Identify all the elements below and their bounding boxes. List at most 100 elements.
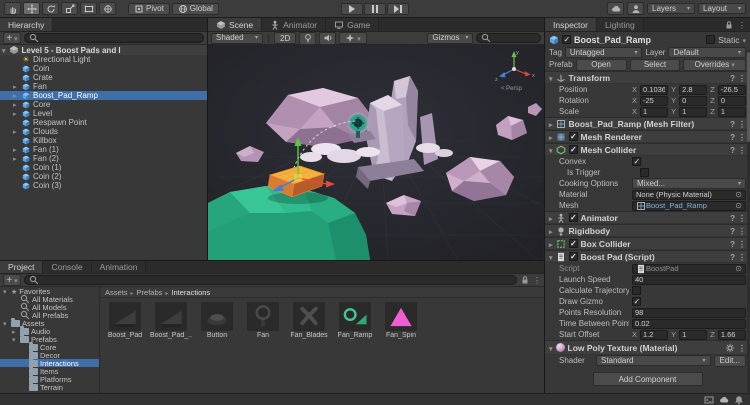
expand-caret[interactable] bbox=[3, 319, 9, 328]
time-between-points-input[interactable] bbox=[632, 319, 746, 329]
scale-tool-button[interactable] bbox=[61, 2, 78, 15]
asset-item[interactable]: Fan_Spin bbox=[380, 302, 422, 339]
component-mesh-collider-header[interactable]: Mesh Collider bbox=[545, 143, 750, 156]
help-icon[interactable] bbox=[730, 132, 735, 142]
convex-checkbox[interactable] bbox=[632, 157, 641, 166]
collab-button[interactable] bbox=[607, 2, 624, 15]
lock-icon[interactable] bbox=[520, 275, 530, 285]
gizmos-dropdown[interactable]: Gizmos bbox=[427, 33, 473, 44]
draw-gizmo-checkbox[interactable] bbox=[632, 297, 641, 306]
help-icon[interactable] bbox=[730, 252, 735, 262]
object-picker-icon[interactable] bbox=[735, 264, 742, 273]
enabled-checkbox[interactable] bbox=[562, 35, 571, 44]
help-icon[interactable] bbox=[730, 73, 735, 83]
move-tool-button[interactable] bbox=[23, 2, 40, 15]
shader-edit-button[interactable]: Edit... bbox=[714, 355, 746, 367]
layer-dropdown[interactable]: Default bbox=[668, 47, 746, 58]
hierarchy-item[interactable]: Respawn Point bbox=[0, 118, 207, 127]
rotation-x-input[interactable] bbox=[640, 96, 668, 106]
component-enabled-checkbox[interactable] bbox=[569, 239, 578, 248]
hierarchy-item[interactable]: Fan (1) bbox=[0, 145, 207, 154]
component-enabled-checkbox[interactable] bbox=[569, 132, 578, 141]
component-enabled-checkbox[interactable] bbox=[569, 213, 578, 222]
step-button[interactable] bbox=[387, 3, 409, 15]
help-icon[interactable] bbox=[730, 119, 735, 129]
scene-viewport[interactable]: x y z < Persp bbox=[208, 45, 544, 260]
breadcrumb-item[interactable]: Prefabs bbox=[137, 288, 163, 297]
start-offset-y-input[interactable] bbox=[679, 330, 707, 340]
expand-caret[interactable] bbox=[13, 154, 19, 163]
asset-item[interactable]: Button bbox=[196, 302, 238, 339]
play-button[interactable] bbox=[341, 3, 363, 15]
menu-icon[interactable] bbox=[738, 213, 746, 223]
scale-x-input[interactable] bbox=[640, 107, 668, 117]
hierarchy-item[interactable]: Boost_Pad_Ramp bbox=[0, 91, 207, 100]
hierarchy-item[interactable]: Clouds bbox=[0, 127, 207, 136]
persp-label[interactable]: < Persp bbox=[501, 86, 523, 92]
expand-caret[interactable] bbox=[549, 213, 553, 223]
material-header[interactable]: Low Poly Texture (Material) bbox=[545, 340, 750, 355]
asset-item[interactable]: Fan_Blades bbox=[288, 302, 330, 339]
calculate-trajectory-checkbox[interactable] bbox=[632, 286, 641, 295]
asset-item[interactable]: Fan bbox=[242, 302, 284, 339]
tab-project[interactable]: Project bbox=[0, 261, 43, 273]
is-trigger-checkbox[interactable] bbox=[640, 168, 649, 177]
cloud-status-icon[interactable] bbox=[719, 395, 729, 405]
hierarchy-item[interactable]: Crate bbox=[0, 73, 207, 82]
rect-tool-button[interactable] bbox=[80, 2, 97, 15]
layers-dropdown[interactable]: Layers bbox=[647, 3, 695, 14]
component-mesh-filter-header[interactable]: Boost_Pad_Ramp (Mesh Filter) bbox=[545, 117, 750, 130]
tab-animator[interactable]: Animator bbox=[262, 18, 326, 31]
lock-icon[interactable] bbox=[724, 20, 734, 30]
2d-toggle-button[interactable]: 2D bbox=[274, 32, 296, 44]
hierarchy-item[interactable]: Core bbox=[0, 100, 207, 109]
expand-caret[interactable] bbox=[549, 252, 553, 262]
expand-caret[interactable] bbox=[549, 226, 553, 236]
tab-animation[interactable]: Animation bbox=[92, 261, 147, 273]
hierarchy-item[interactable]: Coin (2) bbox=[0, 172, 207, 181]
project-search-input[interactable] bbox=[24, 275, 517, 285]
expand-caret[interactable] bbox=[549, 239, 553, 249]
tab-scene[interactable]: Scene bbox=[208, 18, 262, 31]
hierarchy-item[interactable]: Coin (1) bbox=[0, 163, 207, 172]
notifications-icon[interactable] bbox=[734, 395, 744, 405]
physic-material-field[interactable]: None (Physic Material) bbox=[632, 190, 746, 200]
object-picker-icon[interactable] bbox=[735, 190, 742, 199]
menu-icon[interactable] bbox=[738, 252, 746, 262]
expand-caret[interactable] bbox=[549, 119, 553, 129]
scale-z-input[interactable] bbox=[718, 107, 746, 117]
menu-icon[interactable] bbox=[738, 119, 746, 129]
component-transform-header[interactable]: Transform bbox=[545, 71, 750, 84]
expand-caret[interactable] bbox=[2, 46, 6, 55]
hierarchy-item[interactable]: Fan (2) bbox=[0, 154, 207, 163]
shading-mode-dropdown[interactable]: Shaded bbox=[211, 33, 263, 44]
rotate-tool-button[interactable] bbox=[42, 2, 59, 15]
hierarchy-search-input[interactable] bbox=[24, 33, 204, 43]
hierarchy-item[interactable]: Coin bbox=[0, 64, 207, 73]
prefab-open-button[interactable]: Open bbox=[576, 59, 627, 71]
component-box-collider-header[interactable]: Box Collider bbox=[545, 237, 750, 250]
breadcrumb-item[interactable]: Interactions bbox=[171, 288, 210, 297]
rotation-y-input[interactable] bbox=[679, 96, 707, 106]
position-x-input[interactable] bbox=[640, 85, 668, 95]
expand-caret[interactable] bbox=[13, 100, 19, 109]
object-picker-icon[interactable] bbox=[735, 201, 742, 210]
expand-caret[interactable] bbox=[13, 82, 19, 91]
menu-icon[interactable] bbox=[738, 73, 746, 83]
rotation-z-input[interactable] bbox=[718, 96, 746, 106]
prefab-overrides-button[interactable]: Overrides bbox=[683, 59, 746, 71]
script-field[interactable]: BoostPad bbox=[632, 264, 746, 274]
expand-caret[interactable] bbox=[549, 132, 553, 142]
menu-icon[interactable] bbox=[738, 239, 746, 249]
tab-hierarchy[interactable]: Hierarchy bbox=[0, 18, 53, 31]
menu-icon[interactable] bbox=[533, 275, 541, 285]
shader-dropdown[interactable]: Standard bbox=[596, 355, 711, 366]
scene-lighting-toggle[interactable] bbox=[299, 32, 316, 45]
position-z-input[interactable] bbox=[718, 85, 746, 95]
tab-inspector[interactable]: Inspector bbox=[545, 18, 597, 31]
create-object-button[interactable] bbox=[3, 32, 21, 44]
scene-header-row[interactable]: Level 5 - Boost Pads and I bbox=[0, 45, 207, 55]
menu-icon[interactable] bbox=[738, 343, 746, 353]
prefab-select-button[interactable]: Select bbox=[630, 59, 681, 71]
layout-dropdown[interactable]: Layout bbox=[698, 3, 746, 14]
